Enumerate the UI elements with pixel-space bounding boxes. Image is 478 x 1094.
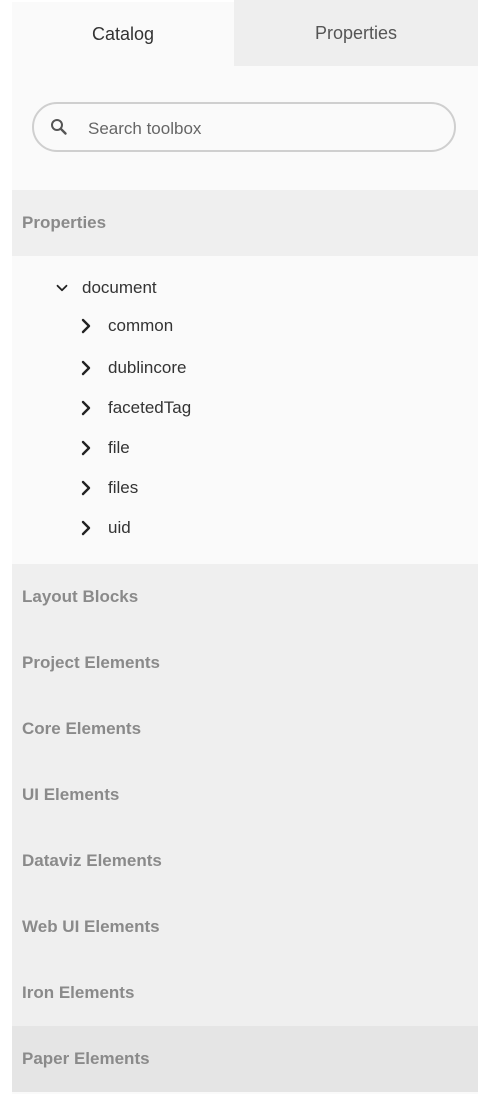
section-paper-elements[interactable]: Paper Elements — [12, 1026, 478, 1092]
search-icon — [50, 118, 90, 136]
section-dataviz-elements[interactable]: Dataviz Elements — [12, 828, 478, 894]
tree-node-facetedtag[interactable]: facetedTag — [80, 396, 191, 420]
tab-catalog[interactable]: Catalog — [12, 0, 234, 66]
chevron-right-icon[interactable] — [80, 317, 92, 335]
tree-node-label: dublincore — [108, 358, 187, 377]
search-input[interactable] — [86, 118, 430, 140]
tree-node-label: document — [82, 278, 157, 297]
tree-node-file[interactable]: file — [80, 436, 130, 460]
chevron-right-icon[interactable] — [80, 399, 92, 417]
chevron-right-icon[interactable] — [80, 479, 92, 497]
section-project-elements[interactable]: Project Elements — [12, 630, 478, 696]
search-box[interactable] — [32, 102, 456, 152]
properties-tree: document common dublincore facetedTag fi — [12, 256, 478, 564]
tab-bar: Catalog Properties — [12, 0, 478, 66]
section-web-ui-elements[interactable]: Web UI Elements — [12, 894, 478, 960]
section-ui-elements[interactable]: UI Elements — [12, 762, 478, 828]
chevron-down-icon[interactable] — [56, 279, 68, 297]
chevron-right-icon[interactable] — [80, 439, 92, 457]
tree-node-document[interactable]: document — [56, 276, 157, 300]
chevron-right-icon[interactable] — [80, 519, 92, 537]
tree-node-dublincore[interactable]: dublincore — [80, 356, 186, 380]
section-core-elements[interactable]: Core Elements — [12, 696, 478, 762]
section-iron-elements[interactable]: Iron Elements — [12, 960, 478, 1026]
tree-node-label: file — [108, 438, 130, 457]
chevron-right-icon[interactable] — [80, 359, 92, 377]
tree-node-label: files — [108, 478, 139, 497]
tree-node-label: uid — [108, 518, 131, 537]
section-properties[interactable]: Properties — [12, 190, 478, 256]
toolbox-panel: Catalog Properties Properties document — [12, 0, 478, 1094]
tree-node-label: common — [108, 316, 174, 335]
section-layout-blocks[interactable]: Layout Blocks — [12, 564, 478, 630]
tree-node-label: facetedTag — [108, 398, 192, 417]
tree-node-files[interactable]: files — [80, 476, 138, 500]
tree-node-uid[interactable]: uid — [80, 516, 131, 540]
tree-node-common[interactable]: common — [80, 314, 173, 338]
tab-properties[interactable]: Properties — [234, 0, 478, 66]
